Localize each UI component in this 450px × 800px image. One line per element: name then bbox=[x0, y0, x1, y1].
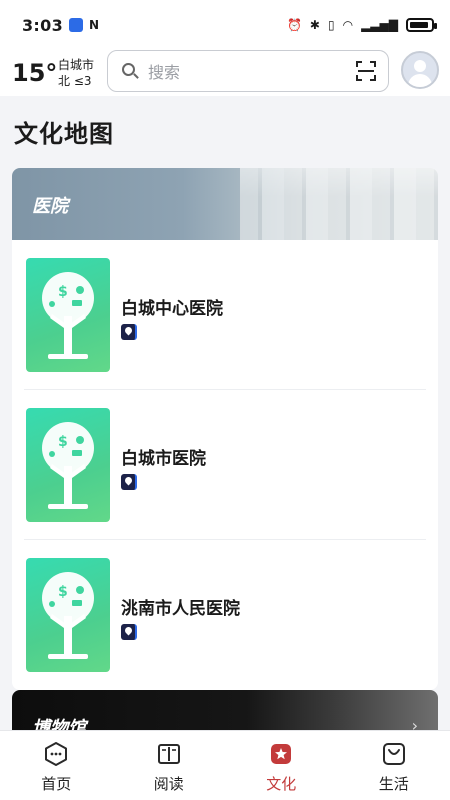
battery-level bbox=[410, 22, 428, 28]
location-pin-icon[interactable] bbox=[121, 324, 137, 340]
money-tree-icon: $ bbox=[42, 422, 94, 509]
scan-icon[interactable] bbox=[356, 61, 376, 81]
money-tree-icon: $ bbox=[42, 272, 94, 359]
hospital-thumbnail: $ bbox=[26, 558, 110, 672]
culture-star-icon bbox=[271, 744, 292, 764]
app-notification-icon bbox=[69, 18, 83, 32]
nav-reading[interactable]: 阅读 bbox=[124, 741, 214, 794]
nav-life[interactable]: 生活 bbox=[349, 741, 439, 794]
nav-culture[interactable]: 文化 bbox=[236, 741, 326, 794]
hospital-section: 医院 $ 白城中心医院 $ 白城市医院 $ 洮南市人民医院 bbox=[12, 168, 438, 690]
search-placeholder: 搜索 bbox=[148, 63, 181, 82]
hospital-name: 白城市医院 bbox=[121, 449, 206, 469]
signal-icon: ▂▃▅▇ bbox=[361, 18, 398, 32]
status-right: ⏰ ✱ ▯ ◠ ▂▃▅▇ bbox=[286, 18, 437, 32]
list-item[interactable]: $ 白城中心医院 bbox=[24, 240, 426, 390]
location-pin-icon[interactable] bbox=[121, 624, 137, 640]
bluetooth-icon: ✱ bbox=[309, 18, 320, 32]
city-name: 白城市 bbox=[58, 58, 95, 72]
wifi-icon: ◠ bbox=[342, 18, 354, 32]
hospital-thumbnail: $ bbox=[26, 258, 110, 372]
temperature[interactable]: 15° bbox=[12, 59, 57, 87]
search-icon bbox=[120, 61, 140, 81]
hospital-section-title: 医院 bbox=[32, 196, 68, 217]
hospital-thumbnail: $ bbox=[26, 408, 110, 522]
bag-icon bbox=[382, 743, 405, 765]
battery-icon bbox=[406, 18, 437, 32]
header: 15° 白城市 北 ≤3 搜索 bbox=[0, 50, 450, 96]
wind-info: 北 ≤3 bbox=[58, 74, 92, 88]
nav-label-life: 生活 bbox=[378, 775, 409, 793]
hospital-section-header[interactable]: 医院 bbox=[12, 168, 438, 240]
search-input[interactable]: 搜索 bbox=[107, 50, 389, 92]
location-pin-icon[interactable] bbox=[121, 474, 137, 490]
nav-label-home: 首页 bbox=[41, 775, 72, 793]
status-time: 3:03 bbox=[22, 15, 63, 35]
nfc-icon: N bbox=[89, 18, 100, 32]
bottom-nav: 首页 阅读 文化 生活 bbox=[0, 730, 450, 800]
nav-label-reading: 阅读 bbox=[153, 775, 184, 793]
list-item[interactable]: $ 白城市医院 bbox=[24, 390, 426, 540]
hospital-banner-image bbox=[240, 168, 438, 240]
home-hexagon-icon bbox=[45, 742, 68, 766]
nav-label-culture: 文化 bbox=[266, 775, 297, 793]
page-title: 文化地图 bbox=[14, 120, 114, 148]
avatar[interactable] bbox=[401, 51, 439, 89]
svg-text:$: $ bbox=[58, 584, 68, 600]
svg-text:$: $ bbox=[58, 434, 68, 450]
vibrate-icon: ▯ bbox=[327, 18, 335, 32]
alarm-icon: ⏰ bbox=[286, 18, 302, 32]
svg-text:$: $ bbox=[58, 284, 68, 300]
book-icon bbox=[157, 744, 180, 764]
hospital-name: 白城中心医院 bbox=[121, 299, 223, 319]
weather-info[interactable]: 白城市 北 ≤3 bbox=[58, 57, 98, 89]
list-item[interactable]: $ 洮南市人民医院 bbox=[24, 540, 426, 690]
status-left: 3:03 N bbox=[22, 16, 99, 35]
money-tree-icon: $ bbox=[42, 572, 94, 659]
status-bar: 3:03 N ⏰ ✱ ▯ ◠ ▂▃▅▇ bbox=[0, 0, 450, 50]
nav-home[interactable]: 首页 bbox=[11, 741, 101, 794]
hospital-name: 洮南市人民医院 bbox=[121, 599, 240, 619]
